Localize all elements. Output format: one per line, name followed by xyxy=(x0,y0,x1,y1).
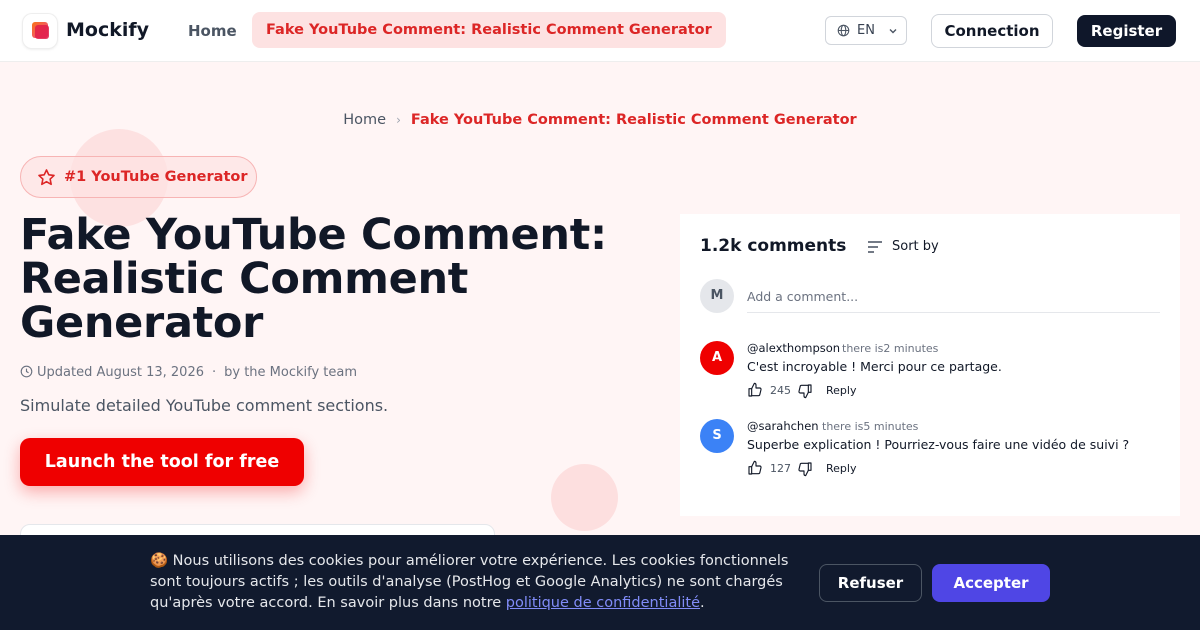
comment-author[interactable]: @alexthompson xyxy=(747,341,840,355)
top-generator-badge: #1 YouTube Generator xyxy=(20,156,257,198)
reply-button[interactable]: Reply xyxy=(826,384,856,397)
star-icon xyxy=(38,169,55,186)
breadcrumb: Home › Fake YouTube Comment: Realistic Com… xyxy=(0,112,1200,128)
meta-separator: · xyxy=(211,365,217,380)
comments-preview-panel: 1.2k comments Sort by M A @alexthompson … xyxy=(680,214,1180,516)
cookie-message: 🍪 Nous utilisons des cookies pour amélio… xyxy=(150,551,820,614)
launch-tool-button[interactable]: Launch the tool for free xyxy=(20,438,304,486)
cookie-consent-banner: 🍪 Nous utilisons des cookies pour amélio… xyxy=(0,535,1200,630)
comment-item: S @sarahchen there is5 minutes Superbe e… xyxy=(680,419,1180,489)
author-line: by the Mockify team xyxy=(224,365,358,380)
register-button[interactable]: Register xyxy=(1077,15,1176,47)
cookie-text-end: . xyxy=(700,595,705,611)
like-count: 127 xyxy=(770,462,791,475)
comment-count: 1.2k comments xyxy=(700,236,847,256)
page-subtitle: Simulate detailed YouTube comment sectio… xyxy=(20,396,389,415)
comment-text: Superbe explication ! Pourriez-vous fair… xyxy=(747,437,1130,452)
add-comment-input[interactable] xyxy=(747,280,1160,313)
thumbs-up-icon[interactable] xyxy=(747,382,763,398)
badge-label: #1 YouTube Generator xyxy=(64,169,248,185)
accept-cookies-button[interactable]: Accepter xyxy=(932,564,1050,602)
sort-icon[interactable] xyxy=(867,240,883,254)
commenter-avatar[interactable]: S xyxy=(700,419,734,453)
current-user-avatar: M xyxy=(700,279,734,313)
thumbs-down-icon[interactable] xyxy=(797,461,813,477)
brand-name[interactable]: Mockify xyxy=(66,19,149,41)
comment-text: C'est incroyable ! Merci pour ce partage… xyxy=(747,359,1002,374)
language-selector[interactable]: EN xyxy=(825,16,907,45)
privacy-policy-link[interactable]: politique de confidentialité xyxy=(506,595,700,611)
updated-date: Updated August 13, 2026 xyxy=(37,365,204,380)
reply-button[interactable]: Reply xyxy=(826,462,856,475)
comment-item: A @alexthompson there is2 minutes C'est … xyxy=(680,341,1180,411)
nav-link-home[interactable]: Home xyxy=(188,22,237,40)
article-meta: Updated August 13, 2026 · by the Mockify t… xyxy=(20,365,357,380)
breadcrumb-current: Fake YouTube Comment: Realistic Comment … xyxy=(410,112,857,128)
nav-link-current-tool[interactable]: Fake YouTube Comment: Realistic Comment … xyxy=(252,12,726,48)
thumbs-up-icon[interactable] xyxy=(747,460,763,476)
comment-author[interactable]: @sarahchen xyxy=(747,419,819,433)
breadcrumb-separator: › xyxy=(396,113,401,127)
globe-icon xyxy=(837,24,850,37)
comment-time: there is5 minutes xyxy=(822,420,919,433)
mockify-logo-icon[interactable] xyxy=(23,14,57,48)
sort-by-button[interactable]: Sort by xyxy=(892,239,939,254)
thumbs-down-icon[interactable] xyxy=(797,383,813,399)
refuse-cookies-button[interactable]: Refuser xyxy=(819,564,922,602)
clock-icon xyxy=(20,365,33,378)
chevron-down-icon xyxy=(889,29,897,34)
top-navbar: Mockify Home Fake YouTube Comment: Reali… xyxy=(0,0,1200,62)
language-label: EN xyxy=(857,23,875,38)
like-count: 245 xyxy=(770,384,791,397)
commenter-avatar[interactable]: A xyxy=(700,341,734,375)
connection-button[interactable]: Connection xyxy=(931,14,1053,48)
cookie-icon: 🍪 xyxy=(150,553,169,569)
comment-time: there is2 minutes xyxy=(842,342,939,355)
breadcrumb-home-link[interactable]: Home xyxy=(343,112,386,128)
page-title: Fake YouTube Comment: Realistic Comment … xyxy=(20,210,607,348)
decorative-circle xyxy=(551,464,618,531)
